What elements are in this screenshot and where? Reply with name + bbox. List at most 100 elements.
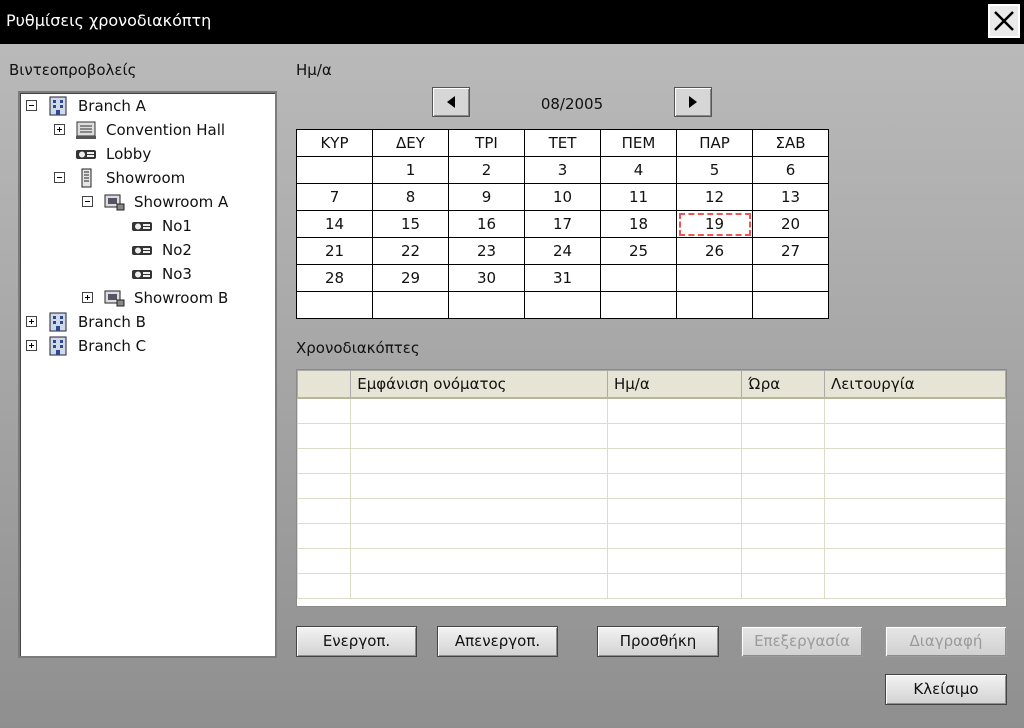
expand-icon[interactable]: [82, 292, 93, 303]
projector-icon: [131, 216, 153, 236]
column-header[interactable]: Ημ/α: [606, 370, 743, 399]
calendar-day[interactable]: 1: [372, 156, 449, 184]
tree-item-label: Lobby: [106, 145, 152, 163]
table-cell: [297, 448, 352, 474]
column-header[interactable]: [297, 370, 352, 399]
calendar-day[interactable]: 14: [296, 210, 373, 238]
calendar-day[interactable]: 26: [676, 237, 753, 265]
calendar-day[interactable]: 6: [752, 156, 829, 184]
timers-table[interactable]: Εμφάνιση ονόματος Ημ/α Ώρα Λειτουργία: [296, 369, 1007, 607]
calendar-day[interactable]: 17: [524, 210, 601, 238]
calendar-day[interactable]: 21: [296, 237, 373, 265]
tree-item[interactable]: No1: [20, 215, 270, 237]
calendar-day[interactable]: 24: [524, 237, 601, 265]
tree-item-label: No1: [162, 217, 192, 235]
calendar-day[interactable]: 10: [524, 183, 601, 211]
calendar-day[interactable]: 13: [752, 183, 829, 211]
table-cell: [297, 523, 352, 549]
table-row[interactable]: [297, 423, 1006, 449]
table-row[interactable]: [297, 573, 1006, 599]
table-cell: [350, 573, 608, 599]
calendar-day[interactable]: 30: [448, 264, 525, 292]
calendar-day[interactable]: 18: [600, 210, 677, 238]
calendar-day[interactable]: 8: [372, 183, 449, 211]
tree-item[interactable]: Showroom A: [20, 191, 270, 213]
table-cell: [606, 473, 743, 499]
enable-button[interactable]: Ενεργοπ.: [296, 626, 417, 657]
calendar-day[interactable]: 29: [372, 264, 449, 292]
close-button[interactable]: Κλείσιμο: [885, 674, 1007, 705]
calendar-day[interactable]: 27: [752, 237, 829, 265]
table-row[interactable]: [297, 498, 1006, 524]
calendar-day[interactable]: 11: [600, 183, 677, 211]
collapse-icon[interactable]: [26, 100, 37, 111]
table-cell: [606, 573, 743, 599]
tree-item[interactable]: Branch C: [20, 335, 270, 357]
tree-item[interactable]: No2: [20, 239, 270, 261]
calendar-day[interactable]: 19: [676, 210, 753, 238]
projector-tree[interactable]: Branch A Convention Hall Lobby Showroom Show…: [18, 91, 277, 658]
add-button[interactable]: Προσθήκη: [597, 626, 719, 657]
expand-icon[interactable]: [54, 124, 65, 135]
projector-icon: [131, 240, 153, 260]
calendar-day[interactable]: 12: [676, 183, 753, 211]
tree-item-label: Showroom A: [134, 193, 229, 211]
calendar-day[interactable]: 5: [676, 156, 753, 184]
tree-item-label: Showroom B: [134, 289, 229, 307]
column-header[interactable]: Ώρα: [741, 370, 825, 399]
table-cell: [297, 573, 352, 599]
table-row[interactable]: [297, 397, 1006, 424]
delete-button[interactable]: Διαγραφή: [885, 626, 1007, 657]
table-cell: [741, 548, 825, 574]
tree-item-label: No3: [162, 265, 192, 283]
projector-icon: [131, 264, 153, 284]
tree-item-label: Convention Hall: [106, 121, 226, 139]
calendar-day[interactable]: 7: [296, 183, 373, 211]
tree-item-label: Showroom: [106, 169, 186, 187]
calendar-day[interactable]: 9: [448, 183, 525, 211]
calendar-day[interactable]: 3: [524, 156, 601, 184]
tree-item[interactable]: Showroom B: [20, 287, 270, 309]
column-header[interactable]: Εμφάνιση ονόματος: [350, 370, 608, 399]
calendar-day[interactable]: 22: [372, 237, 449, 265]
table-cell: [606, 423, 743, 449]
column-header[interactable]: Λειτουργία: [823, 370, 1006, 399]
prev-month-button[interactable]: [432, 87, 470, 117]
calendar-day[interactable]: 28: [296, 264, 373, 292]
calendar-empty-cell: [752, 264, 829, 292]
table-row[interactable]: [297, 473, 1006, 499]
disable-button[interactable]: Απενεργοπ.: [437, 626, 558, 657]
calendar-empty-cell: [676, 264, 753, 292]
next-month-button[interactable]: [674, 87, 712, 117]
triangle-left-icon: [447, 96, 455, 108]
calendar-empty-cell: [676, 291, 753, 319]
weekday-header: ΠΕΜ: [600, 129, 677, 157]
table-row[interactable]: [297, 523, 1006, 549]
tree-item[interactable]: Showroom: [20, 167, 270, 189]
calendar-day[interactable]: 4: [600, 156, 677, 184]
expand-icon[interactable]: [26, 340, 37, 351]
calendar-day[interactable]: 31: [524, 264, 601, 292]
calendar-day[interactable]: 2: [448, 156, 525, 184]
tree-item[interactable]: No3: [20, 263, 270, 285]
collapse-icon[interactable]: [82, 196, 93, 207]
calendar-day[interactable]: 15: [372, 210, 449, 238]
calendar-day[interactable]: 20: [752, 210, 829, 238]
tree-item[interactable]: Lobby: [20, 143, 270, 165]
weekday-header: ΣΑΒ: [752, 129, 829, 157]
table-cell: [297, 548, 352, 574]
calendar-day[interactable]: 16: [448, 210, 525, 238]
calendar-week: 123456: [296, 156, 829, 184]
edit-button[interactable]: Επεξεργασία: [741, 626, 863, 657]
collapse-icon[interactable]: [54, 172, 65, 183]
calendar-day[interactable]: 23: [448, 237, 525, 265]
tree-item[interactable]: Branch A: [20, 95, 270, 117]
close-window-button[interactable]: [988, 4, 1020, 38]
table-row[interactable]: [297, 448, 1006, 474]
tree-item[interactable]: Convention Hall: [20, 119, 270, 141]
expand-icon[interactable]: [26, 316, 37, 327]
calendar-day[interactable]: 25: [600, 237, 677, 265]
weekday-header: ΚΥΡ: [296, 129, 373, 157]
table-row[interactable]: [297, 548, 1006, 574]
tree-item[interactable]: Branch B: [20, 311, 270, 333]
